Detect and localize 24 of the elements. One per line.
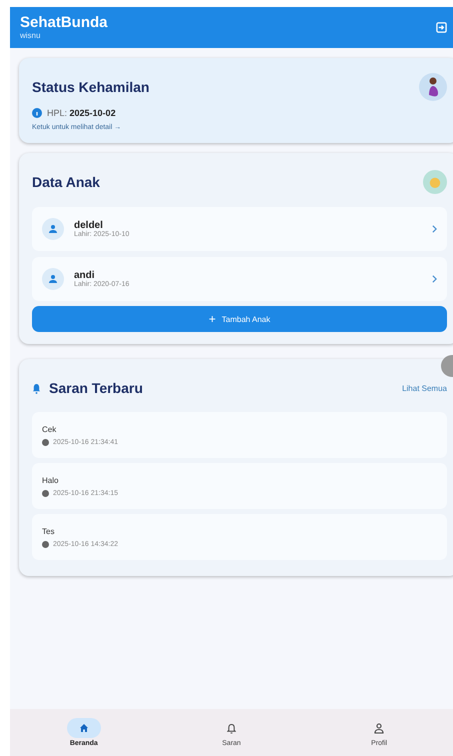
bell-icon xyxy=(226,722,236,734)
mother-icon xyxy=(419,73,447,101)
card-title: Status Kehamilan xyxy=(32,79,150,95)
logout-icon[interactable] xyxy=(436,22,447,33)
person-icon xyxy=(42,218,64,240)
chevron-icon xyxy=(432,225,437,233)
app-title: SehatBunda xyxy=(20,14,108,31)
bell-icon xyxy=(32,382,41,394)
info-icon xyxy=(32,108,42,118)
suggestion-text: Cek xyxy=(42,424,58,434)
person-icon xyxy=(374,722,384,734)
home-icon xyxy=(78,723,89,733)
card-title: Data Anak xyxy=(32,174,100,190)
see-all-link[interactable]: Lihat Semua xyxy=(402,384,447,392)
user-name: wisnu xyxy=(20,31,42,41)
chevron-icon xyxy=(432,275,437,283)
person-icon xyxy=(42,268,64,290)
due-date: HPL: 2025-10-02 xyxy=(47,108,116,118)
suggestion-text: Tes xyxy=(42,526,56,536)
child-name: andi xyxy=(74,270,96,281)
child-name: deldel xyxy=(74,220,104,231)
suggestion-text: Halo xyxy=(42,476,60,484)
add-child-button[interactable]: + Tambah Anak xyxy=(32,306,447,332)
card-title: Saran Terbaru xyxy=(49,380,143,396)
